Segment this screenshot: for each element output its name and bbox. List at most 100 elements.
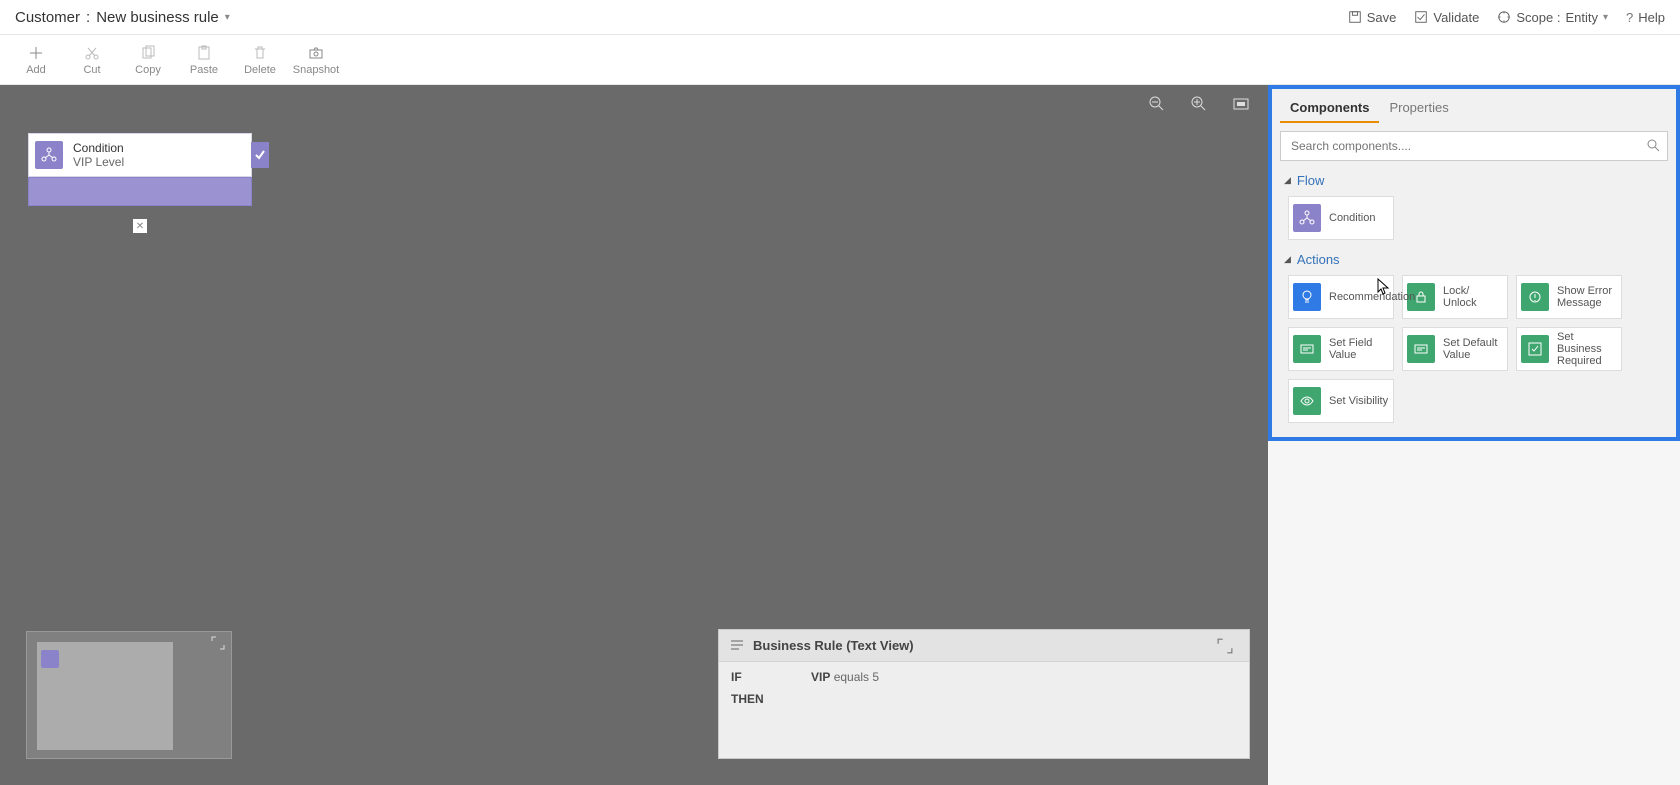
text-view-body: IF VIP equals 5 THEN bbox=[719, 662, 1249, 758]
condition-node-icon bbox=[35, 141, 63, 169]
text-view-header[interactable]: Business Rule (Text View) bbox=[719, 630, 1249, 662]
chevron-down-icon: ▾ bbox=[1603, 12, 1608, 23]
help-label: Help bbox=[1638, 10, 1665, 25]
help-icon: ? bbox=[1626, 10, 1633, 25]
default-value-icon bbox=[1407, 335, 1435, 363]
text-view-then: THEN bbox=[731, 692, 771, 706]
minimap-expand-icon[interactable] bbox=[211, 636, 225, 650]
component-set-default-value-label: Set Default Value bbox=[1443, 337, 1503, 361]
condition-valid-badge bbox=[251, 142, 269, 168]
component-set-visibility[interactable]: Set Visibility bbox=[1288, 379, 1394, 423]
section-flow-label: Flow bbox=[1297, 173, 1324, 188]
action-components: Recommendation Lock/ Unlock Show Error M… bbox=[1280, 275, 1668, 423]
component-set-business-required-label: Set Business Required bbox=[1557, 331, 1617, 367]
component-lock-unlock-label: Lock/ Unlock bbox=[1443, 285, 1477, 309]
fit-to-screen-icon[interactable] bbox=[1232, 95, 1250, 113]
snapshot-button[interactable]: Snapshot bbox=[288, 39, 344, 81]
search-wrap bbox=[1280, 131, 1668, 161]
component-condition-label: Condition bbox=[1329, 212, 1375, 224]
component-lock-unlock[interactable]: Lock/ Unlock bbox=[1402, 275, 1508, 319]
minimap-node-icon bbox=[41, 650, 59, 668]
cut-label: Cut bbox=[83, 64, 100, 76]
save-label: Save bbox=[1367, 10, 1397, 25]
scissors-icon bbox=[84, 45, 100, 61]
component-set-visibility-label: Set Visibility bbox=[1329, 395, 1388, 407]
component-show-error[interactable]: Show Error Message bbox=[1516, 275, 1622, 319]
zoom-in-icon[interactable] bbox=[1190, 95, 1208, 113]
lightbulb-icon bbox=[1293, 283, 1321, 311]
flow-components: Condition bbox=[1280, 196, 1668, 240]
tab-properties-label: Properties bbox=[1389, 100, 1448, 115]
condition-node-drop-area[interactable] bbox=[28, 177, 252, 206]
entity-name: Customer bbox=[15, 9, 80, 26]
save-icon bbox=[1348, 10, 1362, 24]
title-sep: : bbox=[86, 9, 90, 26]
rule-name: New business rule bbox=[96, 9, 219, 26]
canvas-controls bbox=[1148, 95, 1250, 113]
tab-components-label: Components bbox=[1290, 100, 1369, 115]
condition-collapse-button[interactable]: ✕ bbox=[133, 219, 147, 233]
copy-icon bbox=[140, 45, 156, 61]
add-label: Add bbox=[26, 64, 46, 76]
component-set-field-value-label: Set Field Value bbox=[1329, 337, 1389, 361]
chevron-down-icon[interactable]: ▾ bbox=[225, 12, 230, 23]
component-condition[interactable]: Condition bbox=[1288, 196, 1394, 240]
save-button[interactable]: Save bbox=[1348, 10, 1397, 25]
search-components-input[interactable] bbox=[1280, 131, 1668, 161]
rule-title[interactable]: Customer : New business rule ▾ bbox=[15, 9, 230, 26]
visibility-icon bbox=[1293, 387, 1321, 415]
zoom-out-icon[interactable] bbox=[1148, 95, 1166, 113]
condition-node-field: VIP Level bbox=[73, 155, 124, 169]
components-panel-highlighted: Components Properties ◢ Flow bbox=[1268, 85, 1680, 441]
toolbar: Add Cut Copy Paste Delete Snapshot bbox=[0, 35, 1680, 85]
workspace: Condition VIP Level ✕ Business Rule (Tex… bbox=[0, 85, 1680, 785]
component-show-error-label: Show Error Message bbox=[1557, 285, 1617, 309]
panel-tabs: Components Properties bbox=[1280, 95, 1668, 123]
text-view-condition: VIP equals 5 bbox=[811, 670, 879, 684]
scope-icon bbox=[1497, 10, 1511, 24]
section-actions-header[interactable]: ◢ Actions bbox=[1284, 252, 1668, 267]
snapshot-label: Snapshot bbox=[293, 64, 339, 76]
tab-properties[interactable]: Properties bbox=[1379, 96, 1458, 123]
search-icon[interactable] bbox=[1646, 138, 1660, 155]
cut-button[interactable]: Cut bbox=[64, 39, 120, 81]
required-icon bbox=[1521, 335, 1549, 363]
paste-icon bbox=[196, 45, 212, 61]
camera-icon bbox=[308, 45, 324, 61]
section-flow-header[interactable]: ◢ Flow bbox=[1284, 173, 1668, 188]
copy-button[interactable]: Copy bbox=[120, 39, 176, 81]
paste-label: Paste bbox=[190, 64, 218, 76]
text-view-panel: Business Rule (Text View) IF VIP equals … bbox=[718, 629, 1250, 759]
text-view-if: IF bbox=[731, 670, 771, 684]
trash-icon bbox=[252, 45, 268, 61]
condition-node-header[interactable]: Condition VIP Level bbox=[28, 133, 252, 177]
field-value-icon bbox=[1293, 335, 1321, 363]
minimap[interactable] bbox=[26, 631, 232, 759]
collapse-icon: ◢ bbox=[1284, 175, 1291, 186]
condition-node-text: Condition VIP Level bbox=[73, 141, 124, 169]
validate-icon bbox=[1414, 10, 1428, 24]
collapse-icon: ◢ bbox=[1284, 254, 1291, 265]
designer-canvas[interactable]: Condition VIP Level ✕ Business Rule (Tex… bbox=[0, 85, 1268, 785]
condition-icon bbox=[1293, 204, 1321, 232]
add-button[interactable]: Add bbox=[8, 39, 64, 81]
title-actions: Save Validate Scope : Entity ▾ ? Help bbox=[1348, 10, 1665, 25]
text-view-expand-icon[interactable] bbox=[1217, 638, 1233, 654]
minimap-viewport[interactable] bbox=[37, 642, 173, 750]
plus-icon bbox=[28, 45, 44, 61]
component-set-default-value[interactable]: Set Default Value bbox=[1402, 327, 1508, 371]
condition-node-type: Condition bbox=[73, 141, 124, 155]
component-set-field-value[interactable]: Set Field Value bbox=[1288, 327, 1394, 371]
copy-label: Copy bbox=[135, 64, 161, 76]
condition-node[interactable]: Condition VIP Level ✕ bbox=[28, 133, 252, 206]
component-set-business-required[interactable]: Set Business Required bbox=[1516, 327, 1622, 371]
component-recommendation[interactable]: Recommendation bbox=[1288, 275, 1394, 319]
help-button[interactable]: ? Help bbox=[1626, 10, 1665, 25]
scope-selector[interactable]: Scope : Entity ▾ bbox=[1497, 10, 1608, 25]
paste-button[interactable]: Paste bbox=[176, 39, 232, 81]
validate-label: Validate bbox=[1433, 10, 1479, 25]
tab-components[interactable]: Components bbox=[1280, 96, 1379, 123]
validate-button[interactable]: Validate bbox=[1414, 10, 1479, 25]
delete-button[interactable]: Delete bbox=[232, 39, 288, 81]
text-view-title: Business Rule (Text View) bbox=[753, 638, 914, 653]
